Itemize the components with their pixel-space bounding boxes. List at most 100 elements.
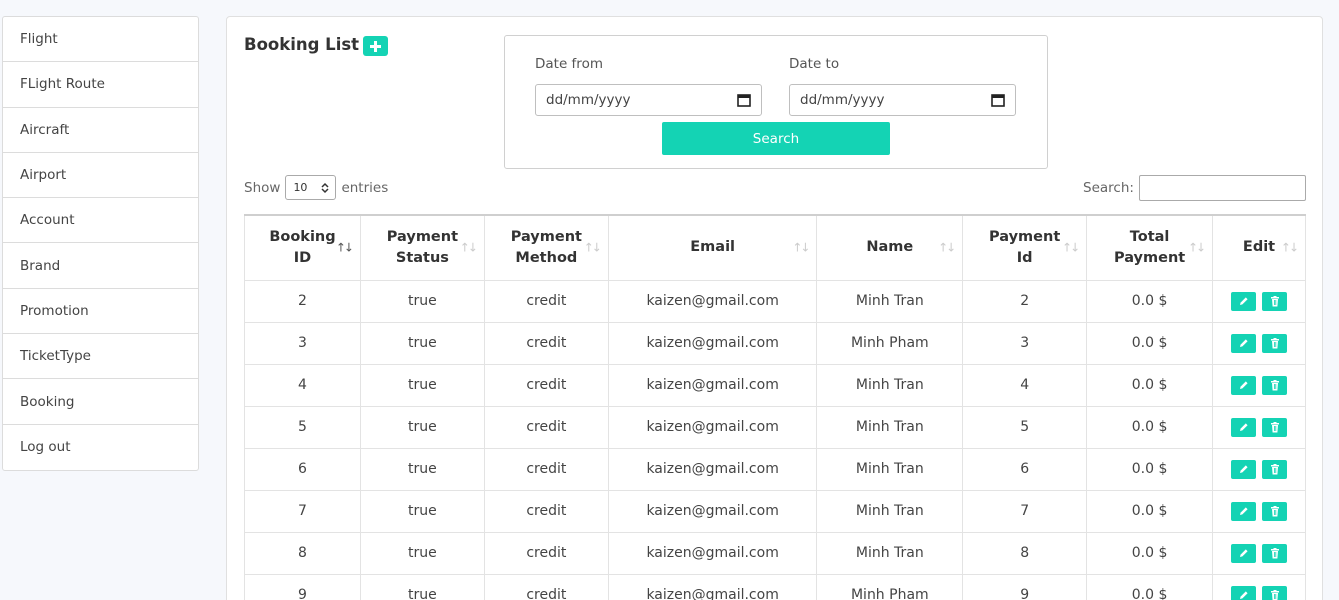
sidebar-item-logout[interactable]: Log out bbox=[3, 425, 198, 470]
edit-button[interactable] bbox=[1231, 585, 1257, 600]
column-header-booking-id[interactable]: Booking ID ↑↓ bbox=[244, 214, 361, 281]
delete-button[interactable] bbox=[1262, 585, 1288, 600]
booking-id-cell: 8 bbox=[244, 531, 361, 575]
entries-select[interactable]: 10 bbox=[285, 175, 337, 200]
column-header-label: Payment Method bbox=[510, 228, 582, 266]
calendar-icon bbox=[991, 94, 1005, 107]
sidebar-item-aircraft[interactable]: Aircraft bbox=[3, 108, 198, 153]
delete-button[interactable] bbox=[1262, 375, 1288, 395]
column-header-label: Payment Id bbox=[989, 228, 1061, 266]
entries-control: Show 10 entries bbox=[244, 175, 388, 200]
name-cell: Minh Tran bbox=[816, 279, 964, 323]
column-header-edit[interactable]: Edit ↑↓ bbox=[1212, 214, 1306, 281]
trash-icon bbox=[1270, 295, 1279, 306]
trash-icon bbox=[1270, 463, 1279, 474]
add-booking-button[interactable] bbox=[363, 36, 388, 56]
entries-label: entries bbox=[341, 179, 389, 196]
select-arrows-icon bbox=[321, 182, 329, 193]
actions-cell bbox=[1212, 489, 1306, 533]
sidebar-item-brand[interactable]: Brand bbox=[3, 243, 198, 289]
payment-method-cell: credit bbox=[483, 321, 609, 365]
date-from-input[interactable]: dd/mm/yyyy bbox=[535, 84, 762, 116]
payment-status-cell: true bbox=[359, 573, 485, 600]
sidebar-item-airport[interactable]: Airport bbox=[3, 153, 198, 199]
delete-button[interactable] bbox=[1262, 459, 1288, 479]
payment-status-cell: true bbox=[359, 447, 485, 491]
payment-id-cell: 6 bbox=[962, 447, 1088, 491]
date-from-label: Date from bbox=[535, 56, 603, 72]
calendar-icon bbox=[737, 94, 751, 107]
booking-id-cell: 4 bbox=[244, 363, 361, 407]
table-row: 7 true credit kaizen@gmail.com Minh Tran 7 0.0… bbox=[244, 489, 1306, 533]
sort-icon: ↑↓ bbox=[1187, 240, 1206, 255]
sidebar-item-promotion[interactable]: Promotion bbox=[3, 289, 198, 335]
trash-icon bbox=[1270, 589, 1279, 600]
email-cell: kaizen@gmail.com bbox=[607, 321, 818, 365]
name-cell: Minh Tran bbox=[816, 489, 964, 533]
edit-button[interactable] bbox=[1231, 291, 1257, 311]
payment-status-cell: true bbox=[359, 489, 485, 533]
delete-button[interactable] bbox=[1262, 543, 1288, 563]
sort-icon: ↑↓ bbox=[1062, 240, 1080, 255]
date-from-placeholder: dd/mm/yyyy bbox=[546, 92, 631, 108]
delete-button[interactable] bbox=[1262, 501, 1288, 521]
payment-method-cell: credit bbox=[483, 447, 609, 491]
email-cell: kaizen@gmail.com bbox=[607, 279, 818, 323]
sort-icon: ↑↓ bbox=[583, 240, 602, 255]
column-header-label: Name bbox=[866, 239, 914, 256]
email-cell: kaizen@gmail.com bbox=[607, 573, 818, 600]
payment-method-cell: credit bbox=[483, 489, 609, 533]
table-row: 2 true credit kaizen@gmail.com Minh Tran 2 0.0… bbox=[244, 279, 1306, 323]
sort-icon: ↑↓ bbox=[335, 240, 354, 255]
edit-button[interactable] bbox=[1231, 543, 1257, 563]
pencil-icon bbox=[1239, 297, 1248, 305]
booking-id-cell: 6 bbox=[244, 447, 361, 491]
sidebar-item-flight[interactable]: Flight bbox=[3, 17, 198, 63]
pencil-icon bbox=[1239, 381, 1248, 389]
email-cell: kaizen@gmail.com bbox=[607, 363, 818, 407]
edit-button[interactable] bbox=[1231, 501, 1257, 521]
edit-button[interactable] bbox=[1231, 417, 1257, 437]
sidebar-item-booking[interactable]: Booking bbox=[3, 379, 198, 425]
sort-icon: ↑↓ bbox=[1280, 240, 1299, 255]
show-label: Show bbox=[244, 179, 281, 196]
actions-cell bbox=[1212, 279, 1306, 323]
payment-id-cell: 5 bbox=[962, 405, 1088, 449]
payment-method-cell: credit bbox=[483, 573, 609, 600]
column-header-payment-id[interactable]: Payment Id ↑↓ bbox=[962, 214, 1088, 281]
total-payment-cell: 0.0 $ bbox=[1086, 363, 1214, 407]
delete-button[interactable] bbox=[1262, 333, 1288, 353]
sidebar-item-tickettype[interactable]: TicketType bbox=[3, 334, 198, 380]
date-filter-box: Date from Date to dd/mm/yyyy dd/mm/yyyy … bbox=[504, 35, 1048, 169]
column-header-label: Edit bbox=[1242, 239, 1276, 256]
actions-cell bbox=[1212, 405, 1306, 449]
edit-button[interactable] bbox=[1231, 333, 1257, 353]
actions-cell bbox=[1212, 321, 1306, 365]
date-to-input[interactable]: dd/mm/yyyy bbox=[789, 84, 1016, 116]
sort-icon: ↑↓ bbox=[792, 240, 810, 255]
sidebar-item-flight-route[interactable]: FLight Route bbox=[3, 62, 198, 108]
search-button[interactable]: Search bbox=[662, 122, 890, 155]
delete-button[interactable] bbox=[1262, 291, 1288, 311]
column-header-payment-method[interactable]: Payment Method ↑↓ bbox=[483, 214, 609, 281]
edit-button[interactable] bbox=[1231, 375, 1257, 395]
payment-status-cell: true bbox=[359, 321, 485, 365]
name-cell: Minh Tran bbox=[816, 363, 964, 407]
pencil-icon bbox=[1239, 591, 1248, 599]
table-search-input[interactable] bbox=[1139, 175, 1306, 201]
delete-button[interactable] bbox=[1262, 417, 1288, 437]
pencil-icon bbox=[1239, 507, 1248, 515]
column-header-payment-status[interactable]: Payment Status ↑↓ bbox=[359, 214, 485, 281]
column-header-name[interactable]: Name ↑↓ bbox=[816, 214, 964, 281]
table-row: 5 true credit kaizen@gmail.com Minh Tran 5 0.0… bbox=[244, 405, 1306, 449]
payment-id-cell: 2 bbox=[962, 279, 1088, 323]
table-row: 3 true credit kaizen@gmail.com Minh Pham 3 0.0… bbox=[244, 321, 1306, 365]
date-to-placeholder: dd/mm/yyyy bbox=[800, 92, 885, 108]
column-header-total-payment[interactable]: Total Payment ↑↓ bbox=[1086, 214, 1214, 281]
column-header-email[interactable]: Email ↑↓ bbox=[607, 214, 818, 281]
pencil-icon bbox=[1239, 339, 1248, 347]
sidebar-item-account[interactable]: Account bbox=[3, 198, 198, 244]
actions-cell bbox=[1212, 531, 1306, 575]
total-payment-cell: 0.0 $ bbox=[1086, 489, 1214, 533]
edit-button[interactable] bbox=[1231, 459, 1257, 479]
